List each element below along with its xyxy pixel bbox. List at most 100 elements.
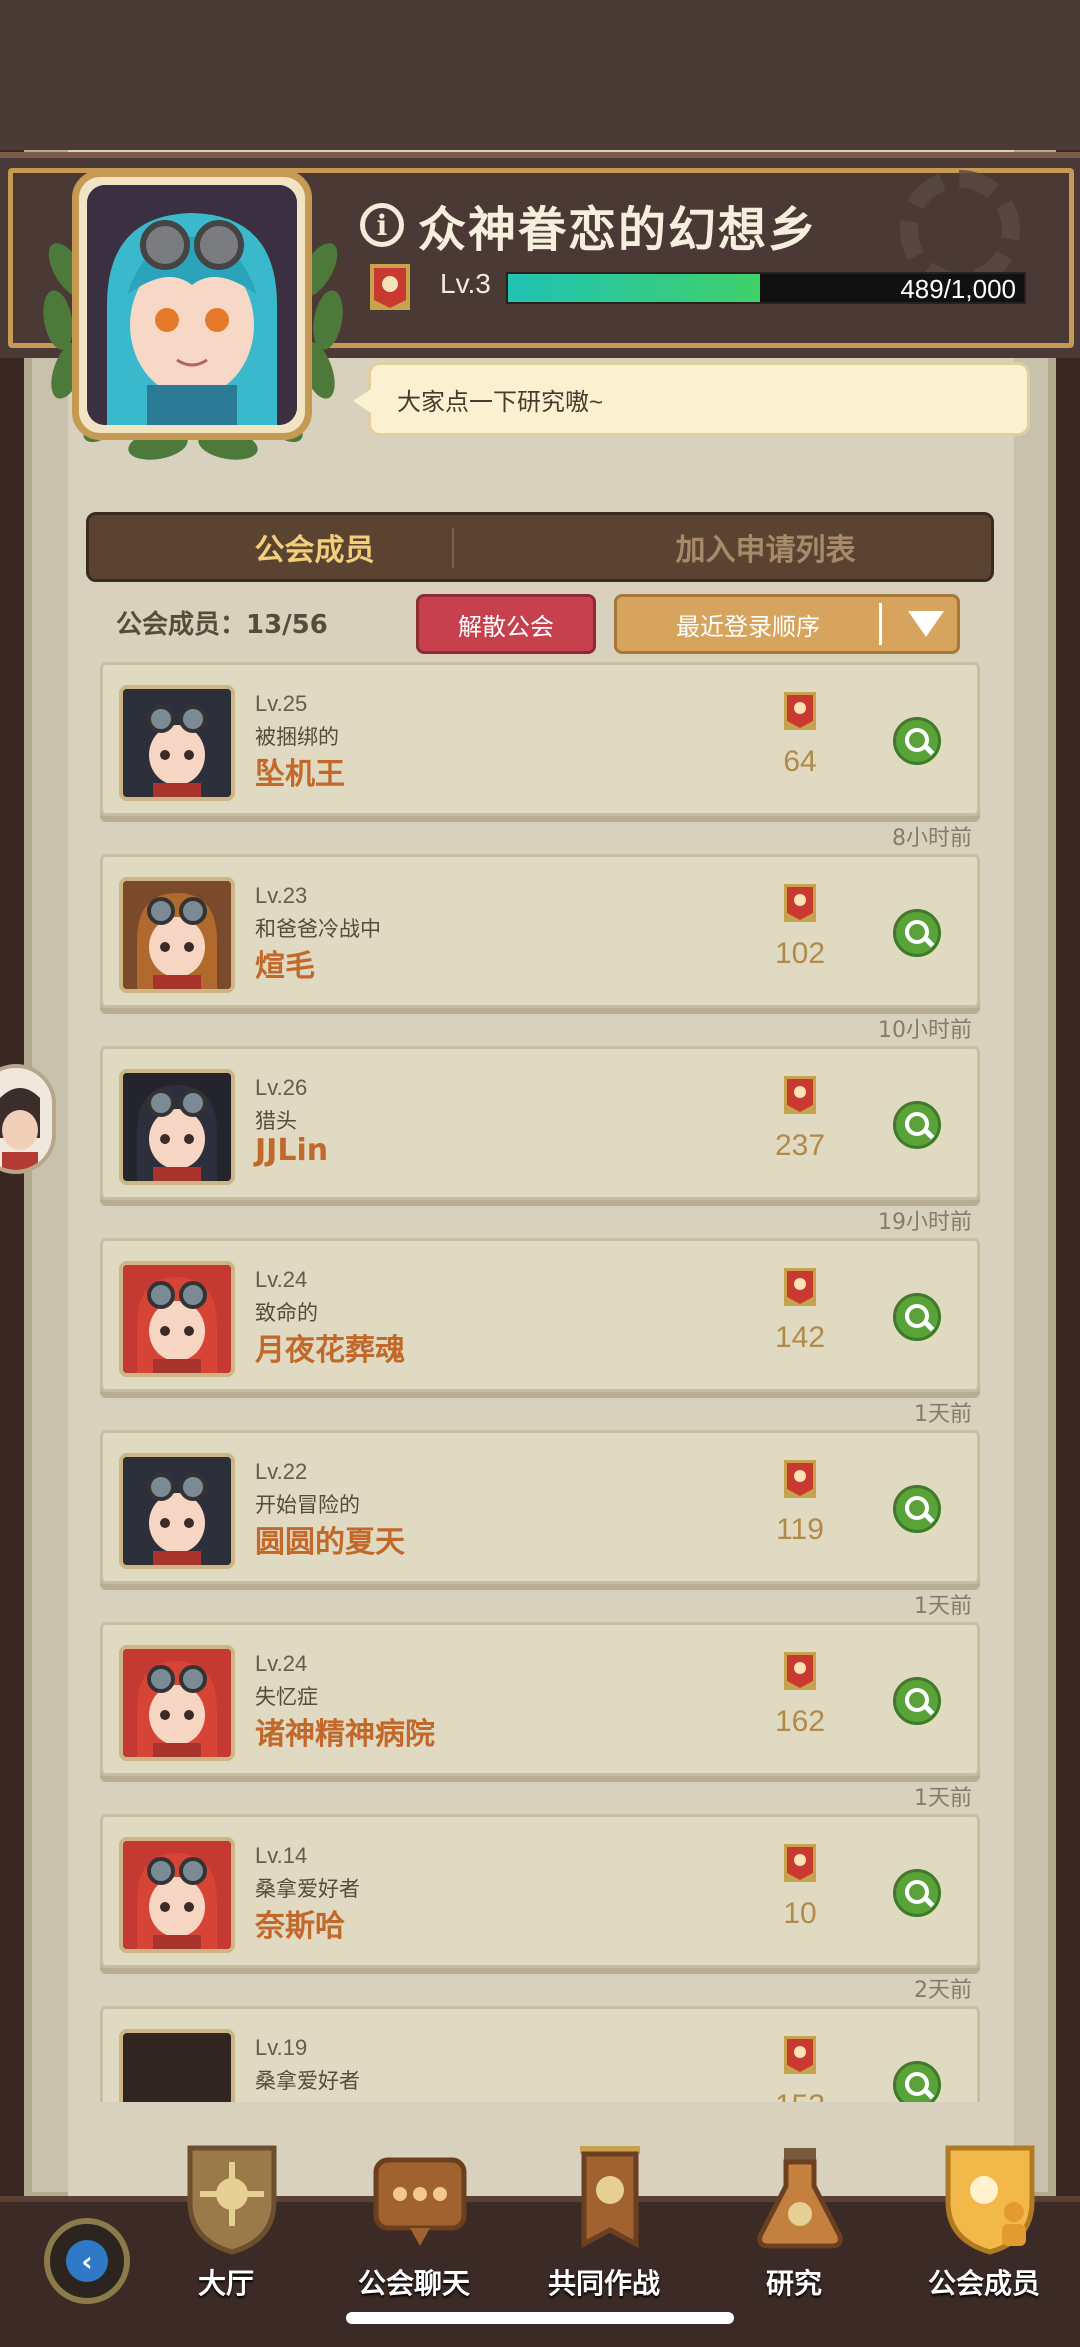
member-avatar[interactable] bbox=[119, 685, 235, 801]
member-contribution: 142 bbox=[774, 1321, 826, 1354]
sort-divider bbox=[879, 603, 882, 645]
inspect-member-icon[interactable] bbox=[893, 1677, 941, 1725]
member-name: 坠机王 bbox=[255, 757, 345, 792]
member-level: Lv.19 bbox=[255, 2035, 308, 2060]
member-avatar[interactable] bbox=[119, 2029, 235, 2102]
member-card[interactable]: Lv.24 失忆症 诸神精神病院 162 bbox=[100, 1622, 980, 1776]
member-contribution: 10 bbox=[783, 1897, 817, 1930]
lobby-shield-icon bbox=[187, 2145, 277, 2255]
member-avatar[interactable] bbox=[119, 1453, 235, 1569]
tab-join-requests[interactable]: 加入申请列表 bbox=[540, 515, 991, 579]
floating-avatar-button[interactable] bbox=[0, 1064, 56, 1174]
member-card[interactable]: Lv.14 桑拿爱好者 奈斯哈 10 bbox=[100, 1814, 980, 1968]
inspect-member-icon[interactable] bbox=[893, 1101, 941, 1149]
member-avatar[interactable] bbox=[119, 1837, 235, 1953]
inspect-member-icon[interactable] bbox=[893, 717, 941, 765]
banner-icon bbox=[580, 2146, 640, 2249]
member-last-seen: 8小时前 bbox=[892, 826, 972, 851]
member-contribution: 162 bbox=[774, 1705, 826, 1738]
member-card[interactable]: Lv.26 猎头 JJLin 237 bbox=[100, 1046, 980, 1200]
contribution-emblem-icon bbox=[784, 692, 816, 730]
guild-level: Lv.3 bbox=[440, 268, 491, 299]
guild-xp-fill bbox=[508, 274, 761, 302]
guild-name: 众神眷恋的幻想乡 bbox=[418, 202, 819, 258]
sort-order-label: 最近登录顺序 bbox=[676, 612, 820, 641]
sort-order-select[interactable]: 最近登录顺序 bbox=[614, 594, 960, 654]
member-last-seen: 1天前 bbox=[914, 1402, 972, 1427]
inspect-member-icon[interactable] bbox=[893, 1869, 941, 1917]
member-level: Lv.24 bbox=[255, 1267, 308, 1292]
disband-guild-button[interactable]: 解散公会 bbox=[416, 594, 596, 654]
member-tabs: 公会成员 加入申请列表 bbox=[86, 512, 994, 582]
member-level: Lv.22 bbox=[255, 1459, 308, 1484]
guild-name-row: i 众神眷恋的幻想乡 bbox=[360, 190, 818, 260]
guild-leader-avatar[interactable] bbox=[72, 170, 312, 440]
member-list[interactable]: Lv.25 被捆绑的 坠机王 64 8小时前 Lv.23 和爸爸冷战中 煊毛 1… bbox=[100, 662, 980, 2102]
member-contribution: 119 bbox=[776, 1513, 824, 1546]
home-indicator bbox=[346, 2312, 734, 2324]
member-level: Lv.23 bbox=[255, 883, 308, 908]
nav-guild-chat-label: 公会聊天 bbox=[357, 2267, 470, 2300]
member-card[interactable]: Lv.22 开始冒险的 圆圆的夏天 119 bbox=[100, 1430, 980, 1584]
guild-announcement[interactable]: 大家点一下研究嗷~ bbox=[353, 362, 1030, 436]
member-level: Lv.25 bbox=[255, 691, 308, 716]
chat-bubble-icon bbox=[373, 2157, 467, 2246]
leader-portrait bbox=[87, 185, 297, 425]
inspect-member-icon[interactable] bbox=[893, 909, 941, 957]
member-last-seen: 19小时前 bbox=[878, 1210, 972, 1235]
member-last-seen: 2天前 bbox=[914, 1978, 972, 2003]
nav-lobby[interactable]: 大厅 bbox=[146, 2122, 306, 2300]
member-title: 桑拿爱好者 bbox=[255, 2069, 360, 2093]
inspect-member-icon[interactable] bbox=[893, 1293, 941, 1341]
member-title: 猎头 bbox=[255, 1109, 297, 1133]
member-avatar[interactable] bbox=[119, 1069, 235, 1185]
member-count: 公会成员：13/56 bbox=[116, 610, 328, 640]
member-title: 开始冒险的 bbox=[255, 1493, 360, 1517]
member-last-seen: 10小时前 bbox=[878, 1018, 972, 1043]
contribution-emblem-icon bbox=[784, 1460, 816, 1498]
member-avatar[interactable] bbox=[119, 1261, 235, 1377]
contribution-emblem-icon bbox=[784, 1844, 816, 1882]
nav-research[interactable]: 研究 bbox=[714, 2122, 874, 2300]
nav-guild-members-label: 公会成员 bbox=[927, 2267, 1040, 2300]
inspect-member-icon[interactable] bbox=[893, 2061, 941, 2102]
member-level: Lv.26 bbox=[255, 1075, 308, 1100]
member-contribution: 64 bbox=[783, 745, 817, 778]
member-last-seen: 1天前 bbox=[914, 1594, 972, 1619]
nav-lobby-label: 大厅 bbox=[197, 2267, 254, 2300]
member-title: 被捆绑的 bbox=[255, 725, 339, 749]
member-card[interactable]: Lv.25 被捆绑的 坠机王 64 bbox=[100, 662, 980, 816]
member-contribution: 153 bbox=[743, 2089, 857, 2102]
contribution-emblem-icon bbox=[784, 1652, 816, 1690]
inspect-member-icon[interactable] bbox=[893, 1485, 941, 1533]
member-title: 失忆症 bbox=[255, 1685, 318, 1709]
info-icon[interactable]: i bbox=[360, 203, 404, 247]
guild-xp-bar: 489/1,000 bbox=[506, 272, 1026, 304]
member-level: Lv.24 bbox=[255, 1651, 308, 1676]
nav-joint-battle-label: 共同作战 bbox=[547, 2267, 660, 2300]
member-name: 圆圆的夏天 bbox=[255, 1525, 405, 1560]
nav-guild-chat[interactable]: 公会聊天 bbox=[334, 2122, 494, 2300]
chevron-down-icon[interactable] bbox=[908, 611, 944, 637]
member-title: 致命的 bbox=[255, 1301, 318, 1325]
member-name: 诸神精神病院 bbox=[255, 1717, 435, 1752]
member-name: 煊毛 bbox=[255, 949, 315, 984]
member-avatar[interactable] bbox=[119, 1645, 235, 1761]
member-card[interactable]: Lv.19 桑拿爱好者 153 bbox=[100, 2006, 980, 2102]
member-name: 月夜花葬魂 bbox=[255, 1333, 405, 1368]
chevron-left-icon: ‹ bbox=[66, 2240, 108, 2282]
member-name: 奈斯哈 bbox=[255, 1909, 345, 1944]
member-avatar[interactable] bbox=[119, 877, 235, 993]
guild-emblem-icon bbox=[370, 264, 410, 310]
member-last-seen: 1天前 bbox=[914, 1786, 972, 1811]
tab-guild-members[interactable]: 公会成员 bbox=[89, 515, 540, 579]
nav-joint-battle[interactable]: 共同作战 bbox=[524, 2122, 684, 2300]
nav-guild-members[interactable]: 公会成员 bbox=[904, 2122, 1064, 2300]
member-card[interactable]: Lv.24 致命的 月夜花葬魂 142 bbox=[100, 1238, 980, 1392]
back-button[interactable]: ‹ bbox=[44, 2218, 130, 2304]
member-card[interactable]: Lv.23 和爸爸冷战中 煊毛 102 bbox=[100, 854, 980, 1008]
member-name: JJLin bbox=[255, 1133, 329, 1168]
contribution-emblem-icon bbox=[784, 2036, 816, 2074]
member-contribution: 102 bbox=[774, 937, 826, 970]
status-area bbox=[0, 0, 1080, 150]
